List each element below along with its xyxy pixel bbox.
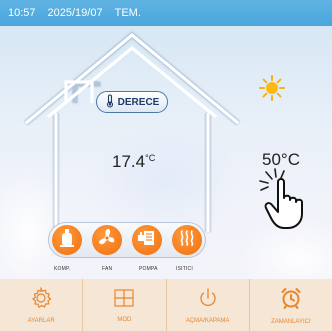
nav-timer-label: ZAMANLAYICI [271, 318, 311, 325]
heater-label: ISITICI [176, 266, 193, 272]
bottom-navigation: AYARLAR MOD AÇMA/KAPAMA ZAMANLAYICI [0, 279, 332, 331]
pump-label: POMPA [139, 266, 158, 272]
fan-label: FAN [102, 266, 113, 272]
nav-settings[interactable]: AYARLAR [0, 279, 84, 331]
indoor-temperature: 17.4°C [112, 152, 155, 172]
thermometer-icon [105, 93, 115, 111]
hand-pointer-icon [258, 168, 316, 235]
fan-icon [96, 227, 118, 254]
nav-settings-label: AYARLAR [27, 317, 55, 324]
temperature-badge-label: DERECE [117, 96, 160, 108]
power-icon [197, 287, 219, 314]
setpoint-temperature[interactable]: 50°C [262, 150, 300, 170]
alarm-clock-icon [279, 286, 303, 315]
grid-icon [113, 288, 135, 313]
indoor-temperature-value: 17.4 [112, 152, 146, 171]
compressor-button[interactable] [52, 225, 82, 255]
pump-icon [136, 228, 158, 253]
pump-button[interactable] [132, 225, 162, 255]
nav-mode-label: MOD [117, 316, 132, 323]
sun-icon [258, 74, 286, 107]
nav-power[interactable]: AÇMA/KAPAMA [167, 279, 250, 331]
nav-timer[interactable]: ZAMANLAYICI [250, 279, 332, 331]
heater-button[interactable] [172, 225, 202, 255]
compressor-label: KOMP. [54, 266, 71, 272]
nav-mode[interactable]: MOD [83, 279, 167, 331]
temperature-badge[interactable]: DERECE [96, 91, 168, 113]
gear-icon [30, 285, 52, 314]
nav-power-label: AÇMA/KAPAMA [185, 317, 230, 324]
heater-icon [177, 228, 197, 253]
indoor-temperature-unit: °C [145, 153, 156, 163]
compressor-icon [57, 227, 77, 254]
fan-button[interactable] [92, 225, 122, 255]
components-panel [48, 222, 206, 264]
